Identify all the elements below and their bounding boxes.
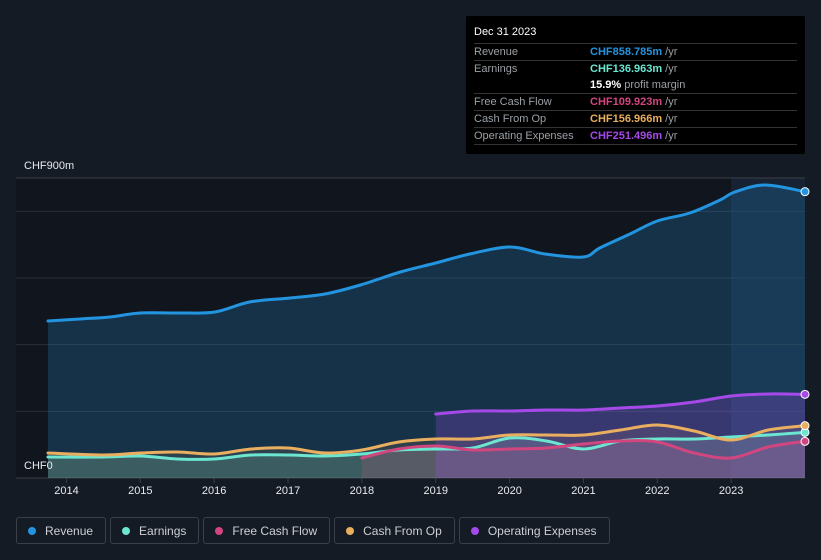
x-tick-label: 2019 [423, 485, 448, 497]
x-tick-label: 2017 [275, 485, 301, 497]
legend-dot-icon [122, 526, 131, 535]
x-tick-label: 2014 [54, 485, 79, 497]
tooltip-row-free-cash-flow: Free Cash Flow CHF109.923m /yr [474, 94, 797, 111]
legend-dot-icon [470, 526, 479, 535]
tooltip-label: Revenue [474, 46, 519, 58]
legend-dot-icon [28, 526, 36, 535]
end-marker-operating-expenses [800, 389, 810, 399]
tooltip: Dec 31 2023 Revenue CHF858.785m /yr Earn… [466, 16, 805, 154]
legend: Revenue Earnings Free Cash Flow Cash Fro… [16, 517, 610, 544]
legend-item-cash-from-op[interactable]: Cash From Op [334, 517, 455, 544]
legend-item-free-cash-flow[interactable]: Free Cash Flow [203, 517, 331, 544]
tooltip-row-operating-expenses: Operating Expenses CHF251.496m /yr [474, 128, 797, 145]
x-tick-label: 2023 [718, 485, 744, 497]
x-tick-label: 2016 [201, 485, 227, 497]
tooltip-unit: /yr [665, 113, 678, 125]
x-tick-label: 2020 [497, 485, 522, 497]
tooltip-label: Free Cash Flow [474, 96, 552, 108]
legend-item-revenue[interactable]: Revenue [16, 517, 107, 544]
legend-label: Revenue [45, 523, 94, 538]
legend-label: Earnings [139, 523, 187, 538]
tooltip-value: CHF858.785m [590, 46, 663, 58]
end-marker-free-cash-flow [800, 436, 810, 446]
tooltip-row-revenue: Revenue CHF858.785m /yr [474, 44, 797, 61]
tooltip-value: CHF136.963m [590, 63, 663, 75]
y-tick-label-max: CHF900m [24, 160, 75, 172]
tooltip-row-cash-from-op: Cash From Op CHF156.966m /yr [474, 111, 797, 128]
legend-label: Free Cash Flow [232, 523, 318, 538]
tooltip-row-earnings: Earnings CHF136.963m /yr [474, 61, 797, 77]
legend-item-earnings[interactable]: Earnings [110, 517, 200, 544]
legend-dot-icon [215, 526, 224, 535]
x-tick-label: 2022 [645, 485, 670, 497]
x-tick-label: 2021 [571, 485, 596, 497]
legend-label: Operating Expenses [487, 523, 597, 538]
x-tick-label: 2015 [128, 485, 153, 497]
x-axis-ticks [65, 478, 732, 483]
tooltip-unit: /yr [665, 96, 678, 108]
tooltip-value: CHF251.496m [590, 130, 663, 142]
tooltip-value: CHF156.966m [590, 113, 663, 125]
tooltip-unit: /yr [665, 63, 678, 75]
tooltip-value: 15.9% [590, 79, 622, 91]
legend-label: Cash From Op [363, 523, 442, 538]
tooltip-unit: /yr [665, 130, 678, 142]
tooltip-label: Earnings [474, 63, 518, 75]
tooltip-date: Dec 31 2023 [474, 24, 797, 44]
tooltip-unit: profit margin [624, 79, 686, 91]
y-tick-label-zero: CHF0 [24, 460, 53, 472]
tooltip-label: Cash From Op [474, 113, 547, 125]
end-marker-revenue [800, 187, 810, 197]
tooltip-value: CHF109.923m [590, 96, 663, 108]
tooltip-unit: /yr [665, 46, 678, 58]
legend-item-operating-expenses[interactable]: Operating Expenses [458, 517, 610, 544]
tooltip-label [474, 77, 590, 93]
x-tick-label: 2018 [349, 485, 375, 497]
end-marker-cash-from-op [800, 421, 810, 431]
tooltip-row-profit-margin: 15.9% profit margin [474, 77, 797, 94]
tooltip-label: Operating Expenses [474, 130, 574, 142]
legend-dot-icon [346, 526, 355, 535]
